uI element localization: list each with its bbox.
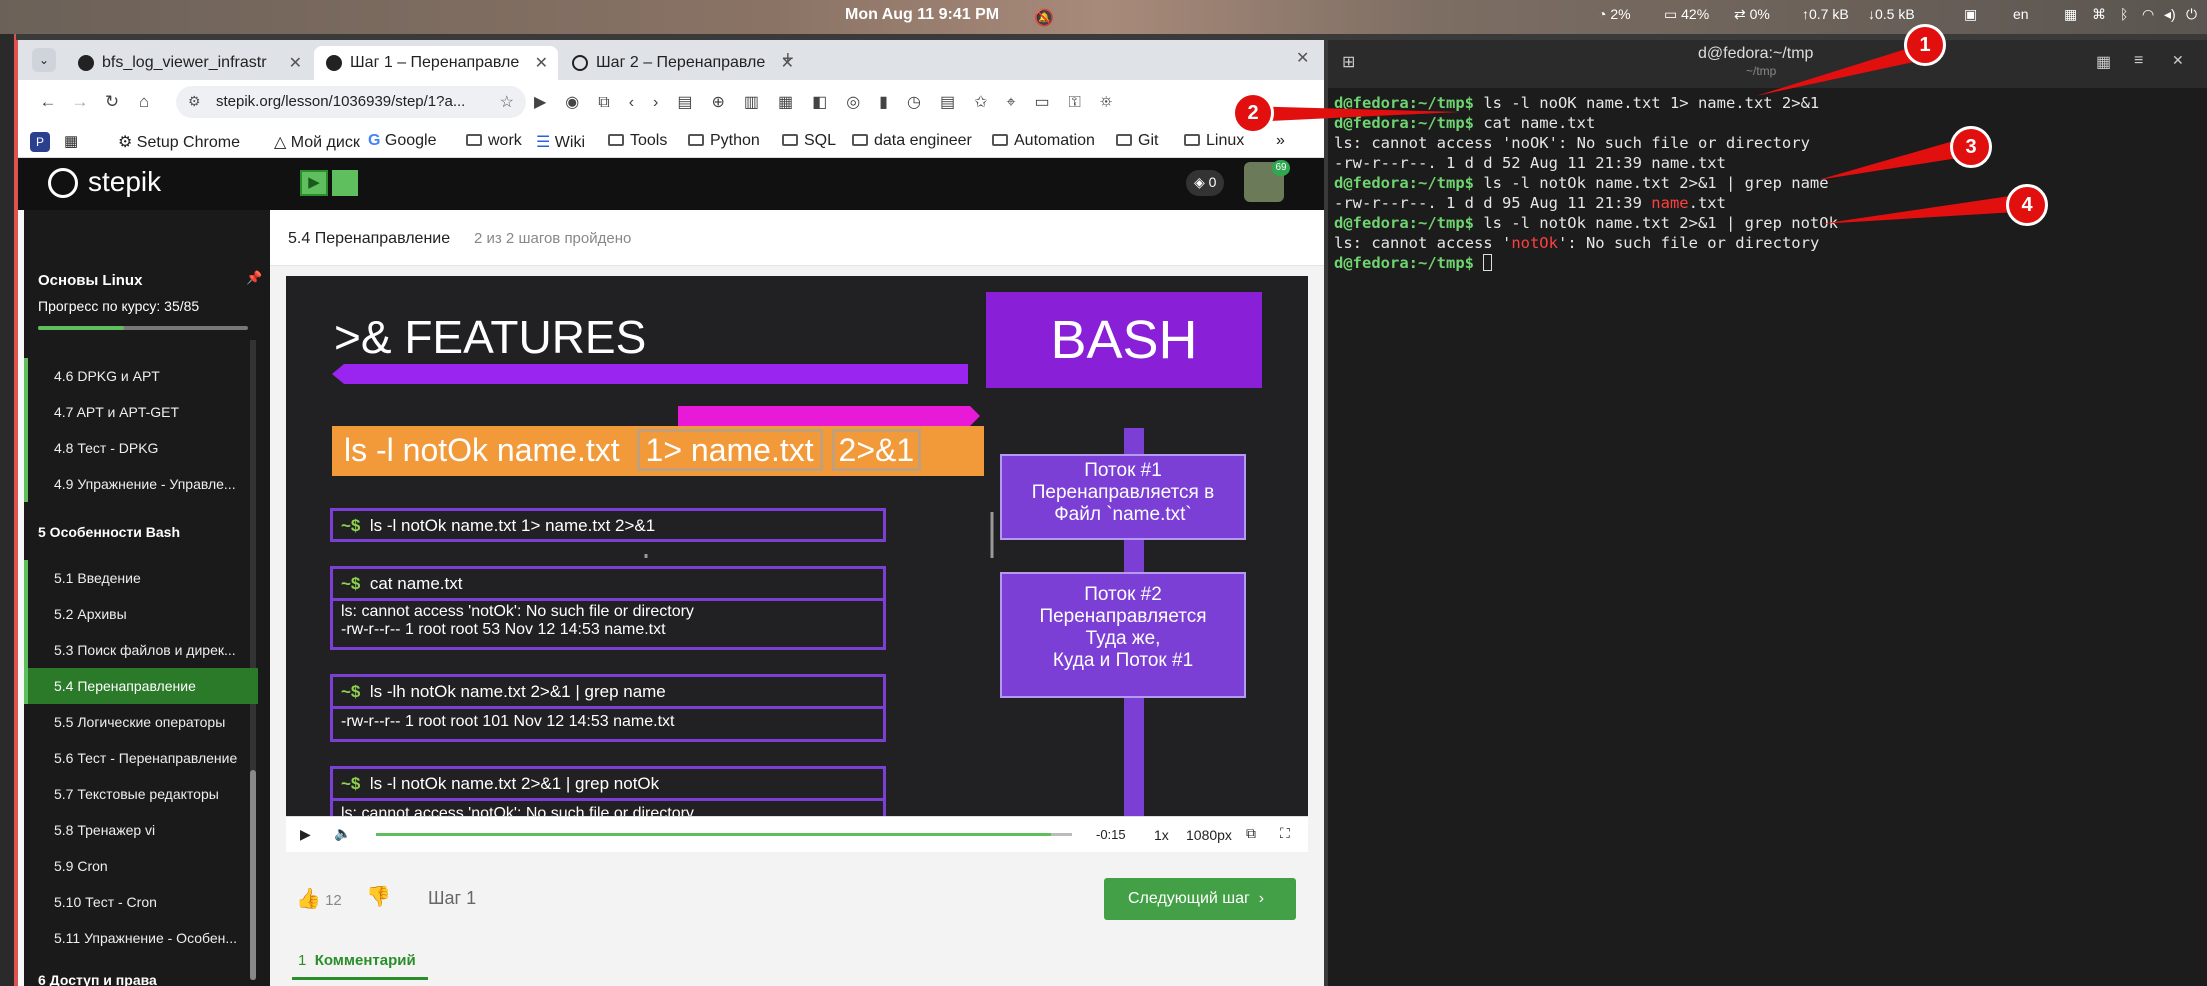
annotation-marker-1: 1: [1904, 24, 1946, 66]
annotation-marker-3: 3: [1950, 126, 1992, 168]
annotation-marker-2: 2: [1232, 92, 1274, 134]
annotation-marker-4: 4: [2006, 184, 2048, 226]
annotation-arrows: [1244, 44, 2016, 224]
